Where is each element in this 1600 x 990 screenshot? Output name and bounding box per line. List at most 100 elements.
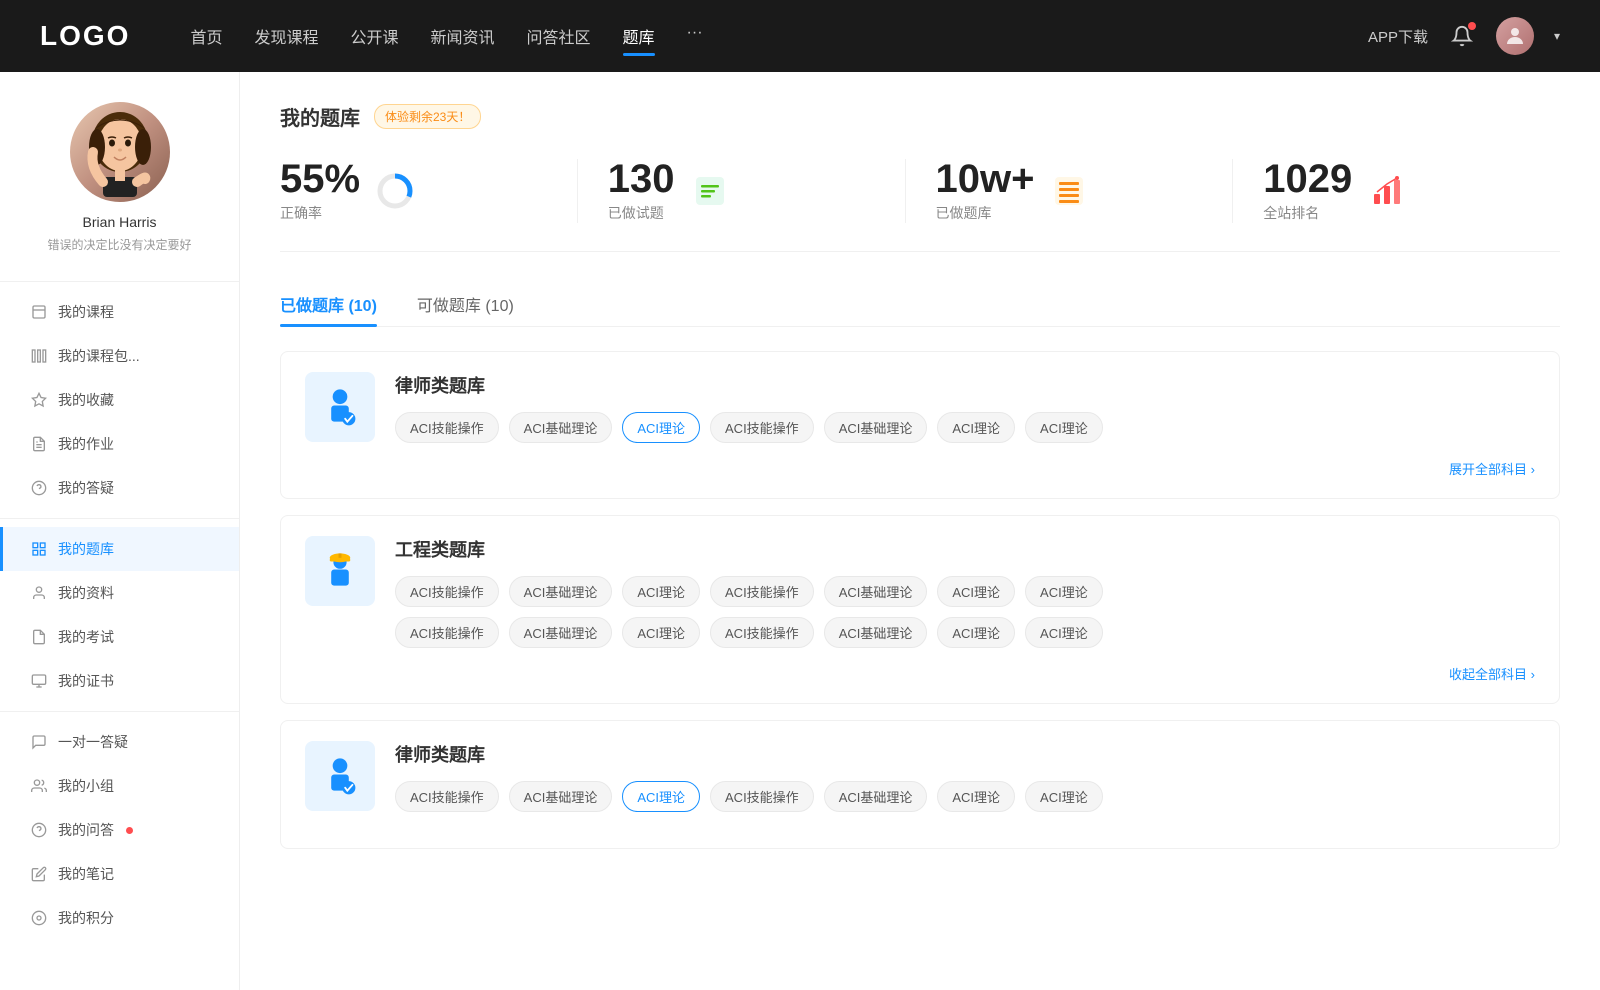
expand-link-lawyer-1[interactable]: 展开全部科目 — [1449, 459, 1535, 478]
tag-4[interactable]: ACI基础理论 — [824, 412, 928, 443]
l2-tag-4[interactable]: ACI基础理论 — [824, 781, 928, 812]
avatar[interactable] — [1496, 17, 1534, 55]
eng-tag-r2-5[interactable]: ACI理论 — [937, 617, 1015, 648]
one-on-one-icon — [30, 733, 48, 751]
sidebar-label-notes: 我的笔记 — [58, 864, 114, 884]
main-content: 我的题库 体验剩余23天！ 55% 正确率 — [240, 72, 1600, 990]
eng-tag-4[interactable]: ACI基础理论 — [824, 576, 928, 607]
sidebar: Brian Harris 错误的决定比没有决定要好 我的课程 我的课程包... — [0, 72, 240, 990]
sidebar-label-exams: 我的考试 — [58, 627, 114, 647]
nav-link-qa[interactable]: 问答社区 — [527, 20, 591, 52]
nav-link-news[interactable]: 新闻资讯 — [431, 20, 495, 52]
page-header: 我的题库 体验剩余23天！ — [280, 102, 1560, 131]
l2-tag-6[interactable]: ACI理论 — [1025, 781, 1103, 812]
sidebar-label-certs: 我的证书 — [58, 671, 114, 691]
nav-link-open-course[interactable]: 公开课 — [350, 20, 398, 52]
l2-tag-1[interactable]: ACI基础理论 — [509, 781, 613, 812]
stat-questions-value: 130 — [608, 159, 675, 199]
stat-banks-text: 10w+ 已做题库 — [936, 159, 1035, 223]
collapse-link-engineer[interactable]: 收起全部科目 — [1449, 664, 1535, 683]
qbank-section-lawyer-2: 律师类题库 ACI技能操作 ACI基础理论 ACI理论 ACI技能操作 ACI基… — [280, 720, 1560, 849]
eng-tag-1[interactable]: ACI基础理论 — [509, 576, 613, 607]
trial-badge: 体验剩余23天！ — [374, 104, 481, 129]
eng-tag-6[interactable]: ACI理论 — [1025, 576, 1103, 607]
qa-icon — [30, 479, 48, 497]
qbank-tags-engineer-row2: ACI技能操作 ACI基础理论 ACI理论 ACI技能操作 ACI基础理论 AC… — [395, 617, 1535, 648]
profile-name: Brian Harris — [83, 214, 157, 230]
lawyer-icon-wrap — [305, 372, 375, 442]
tag-5[interactable]: ACI理论 — [937, 412, 1015, 443]
qbank-tags-lawyer-1: ACI技能操作 ACI基础理论 ACI理论 ACI技能操作 ACI基础理论 AC… — [395, 412, 1535, 443]
qbank-content-lawyer-2: 律师类题库 ACI技能操作 ACI基础理论 ACI理论 ACI技能操作 ACI基… — [395, 741, 1535, 812]
qbank-title-lawyer-1: 律师类题库 — [395, 372, 1535, 398]
eng-tag-r2-3[interactable]: ACI技能操作 — [710, 617, 814, 648]
answers-icon — [30, 821, 48, 839]
notification-dot — [1468, 22, 1476, 30]
sidebar-label-favorites: 我的收藏 — [58, 390, 114, 410]
tab-done-banks[interactable]: 已做题库 (10) — [280, 282, 377, 326]
qbank-header-engineer: 工程类题库 ACI技能操作 ACI基础理论 ACI理论 ACI技能操作 ACI基… — [305, 536, 1535, 648]
sidebar-item-my-answers[interactable]: 我的问答 — [0, 808, 239, 852]
main-layout: Brian Harris 错误的决定比没有决定要好 我的课程 我的课程包... — [0, 72, 1600, 990]
tag-0[interactable]: ACI技能操作 — [395, 412, 499, 443]
sidebar-label-my-courses: 我的课程 — [58, 302, 114, 322]
sidebar-item-certs[interactable]: 我的证书 — [0, 659, 239, 703]
tab-available-banks[interactable]: 可做题库 (10) — [417, 282, 514, 326]
qbank-section-lawyer-1: 律师类题库 ACI技能操作 ACI基础理论 ACI理论 ACI技能操作 ACI基… — [280, 351, 1560, 499]
sidebar-item-groups[interactable]: 我的小组 — [0, 764, 239, 808]
divider-3 — [0, 711, 239, 712]
nav-link-home[interactable]: 首页 — [190, 20, 222, 52]
l2-tag-0[interactable]: ACI技能操作 — [395, 781, 499, 812]
nav-link-more[interactable]: ··· — [687, 20, 703, 52]
sidebar-label-my-bank: 我的题库 — [58, 539, 114, 559]
stat-accuracy-text: 55% 正确率 — [280, 159, 360, 223]
sidebar-item-one-on-one[interactable]: 一对一答疑 — [0, 720, 239, 764]
l2-tag-3[interactable]: ACI技能操作 — [710, 781, 814, 812]
sidebar-item-notes[interactable]: 我的笔记 — [0, 852, 239, 896]
tag-2-active[interactable]: ACI理论 — [622, 412, 700, 443]
dropdown-arrow-icon[interactable]: ▾ — [1554, 29, 1560, 43]
divider-2 — [0, 518, 239, 519]
certs-icon — [30, 672, 48, 690]
sidebar-item-course-pkg[interactable]: 我的课程包... — [0, 334, 239, 378]
l2-tag-5[interactable]: ACI理论 — [937, 781, 1015, 812]
app-download-button[interactable]: APP下载 — [1368, 26, 1428, 47]
eng-tag-r2-0[interactable]: ACI技能操作 — [395, 617, 499, 648]
qbank-content-lawyer-1: 律师类题库 ACI技能操作 ACI基础理论 ACI理论 ACI技能操作 ACI基… — [395, 372, 1535, 443]
sidebar-label-one-on-one: 一对一答疑 — [58, 732, 128, 752]
homework-icon — [30, 435, 48, 453]
eng-tag-r2-4[interactable]: ACI基础理论 — [824, 617, 928, 648]
sidebar-item-exams[interactable]: 我的考试 — [0, 615, 239, 659]
eng-tag-r2-2[interactable]: ACI理论 — [622, 617, 700, 648]
nav-link-bank[interactable]: 题库 — [623, 20, 655, 52]
bank-icon — [30, 540, 48, 558]
sidebar-item-points[interactable]: 我的积分 — [0, 896, 239, 940]
sidebar-item-my-bank[interactable]: 我的题库 — [0, 527, 239, 571]
qbank-tags-lawyer-2: ACI技能操作 ACI基础理论 ACI理论 ACI技能操作 ACI基础理论 AC… — [395, 781, 1535, 812]
eng-tag-r2-1[interactable]: ACI基础理论 — [509, 617, 613, 648]
lawyer2-icon-wrap — [305, 741, 375, 811]
engineer-icon-wrap — [305, 536, 375, 606]
sidebar-label-qa: 我的答疑 — [58, 478, 114, 498]
sidebar-item-qa[interactable]: 我的答疑 — [0, 466, 239, 510]
nav-link-discover[interactable]: 发现课程 — [254, 20, 318, 52]
notification-bell[interactable] — [1448, 22, 1476, 50]
tag-3[interactable]: ACI技能操作 — [710, 412, 814, 443]
qbank-section-engineer: 工程类题库 ACI技能操作 ACI基础理论 ACI理论 ACI技能操作 ACI基… — [280, 515, 1560, 704]
sidebar-label-course-pkg: 我的课程包... — [58, 346, 140, 366]
sidebar-item-homework[interactable]: 我的作业 — [0, 422, 239, 466]
eng-tag-3[interactable]: ACI技能操作 — [710, 576, 814, 607]
tag-6[interactable]: ACI理论 — [1025, 412, 1103, 443]
profile-icon — [30, 584, 48, 602]
sidebar-label-groups: 我的小组 — [58, 776, 114, 796]
eng-tag-2[interactable]: ACI理论 — [622, 576, 700, 607]
sidebar-item-my-courses[interactable]: 我的课程 — [0, 290, 239, 334]
l2-tag-2-active[interactable]: ACI理论 — [622, 781, 700, 812]
tag-1[interactable]: ACI基础理论 — [509, 412, 613, 443]
sidebar-item-favorites[interactable]: 我的收藏 — [0, 378, 239, 422]
eng-tag-5[interactable]: ACI理论 — [937, 576, 1015, 607]
eng-tag-r2-6[interactable]: ACI理论 — [1025, 617, 1103, 648]
sidebar-item-my-profile[interactable]: 我的资料 — [0, 571, 239, 615]
eng-tag-0[interactable]: ACI技能操作 — [395, 576, 499, 607]
nav-links: 首页 发现课程 公开课 新闻资讯 问答社区 题库 ··· — [190, 20, 1328, 52]
